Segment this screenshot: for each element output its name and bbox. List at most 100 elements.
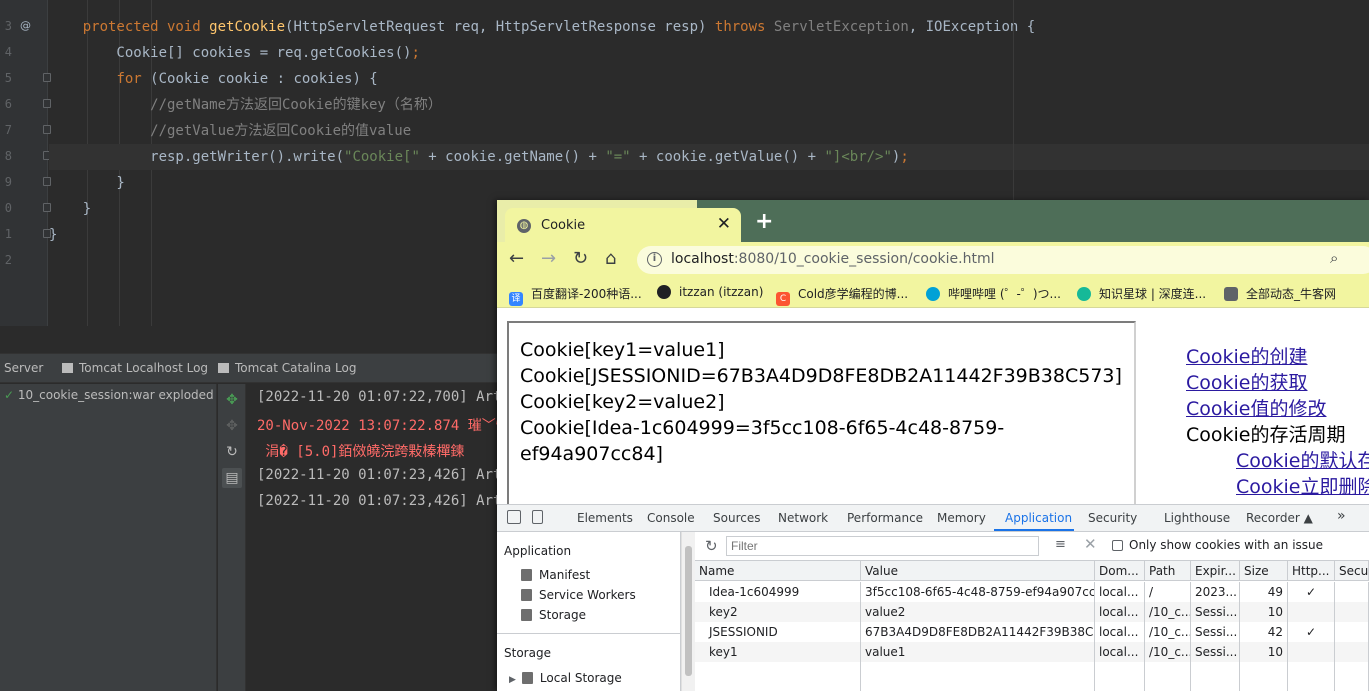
info-icon[interactable]: i <box>647 252 662 267</box>
console-icon[interactable]: ▤ <box>222 468 242 488</box>
column-header[interactable]: Dom... <box>1095 561 1145 581</box>
table-cell[interactable]: ✓ <box>1288 582 1335 602</box>
tab-tomcat-localhost-log[interactable]: Tomcat Localhost Log <box>62 361 208 375</box>
table-cell[interactable]: Idea-1c604999 <box>695 582 861 602</box>
bookmark-item[interactable]: C Cold彦学编程的博... <box>776 285 908 306</box>
column-header[interactable]: Http... <box>1288 561 1335 581</box>
clear-filter-icon[interactable]: ≡ <box>1055 537 1066 552</box>
table-cell[interactable]: local... <box>1095 642 1145 662</box>
table-cell[interactable]: 2023... <box>1191 582 1240 602</box>
table-cell[interactable]: 42 <box>1240 622 1288 642</box>
back-icon[interactable]: ← <box>509 248 524 269</box>
devtools-tab[interactable]: Performance <box>847 511 923 525</box>
devtools-tab[interactable]: Memory <box>937 511 986 525</box>
table-cell[interactable]: 10 <box>1240 642 1288 662</box>
code-token: //getName方法返回Cookie的键key（名称） <box>49 97 442 113</box>
devtools-tab[interactable]: Recorder ▲ <box>1246 511 1313 525</box>
table-cell[interactable]: JSESSIONID <box>695 622 861 642</box>
devtools-tab[interactable]: Lighthouse <box>1164 511 1230 525</box>
only-issue-checkbox[interactable] <box>1112 540 1123 551</box>
address-bar[interactable]: i localhost:8080/10_cookie_session/cooki… <box>637 246 1369 274</box>
console-line: 20-Nov-2022 13:07:22.874 璀﹀憡 <box>257 418 507 434</box>
nav-link-1[interactable]: Cookie的获取 <box>1186 368 1308 395</box>
console-output[interactable]: [2022-11-20 01:07:22,700] Arti 20-Nov-202… <box>247 384 507 691</box>
table-cell[interactable] <box>1288 602 1335 622</box>
table-cell[interactable]: Sessi... <box>1191 602 1240 622</box>
zoom-icon[interactable]: ⌕ <box>1330 249 1338 267</box>
tab-server[interactable]: Server <box>4 361 43 375</box>
table-cell[interactable] <box>1335 582 1369 602</box>
sidebar-item[interactable]: Service Workers <box>521 588 636 602</box>
column-header[interactable]: Size <box>1240 561 1288 581</box>
devtools-tab[interactable]: Application <box>1005 511 1072 525</box>
sidebar-item[interactable]: Manifest <box>521 568 590 582</box>
browser-tab[interactable]: ◍ Cookie ✕ <box>505 208 741 242</box>
sidebar-item-label: Manifest <box>539 568 591 582</box>
column-header[interactable]: Secu <box>1335 561 1369 581</box>
undeploy-icon[interactable]: ✥ <box>222 416 242 436</box>
devtools-tab[interactable]: Sources <box>713 511 760 525</box>
code-token: ; <box>900 149 909 165</box>
nav-link-4[interactable]: Cookie的默认存 <box>1236 446 1369 473</box>
devtools-tab[interactable]: Security <box>1088 511 1137 525</box>
table-cell[interactable]: /10_c... <box>1145 602 1191 622</box>
table-cell[interactable]: 10 <box>1240 602 1288 622</box>
delete-icon[interactable]: ✕ <box>1084 535 1097 553</box>
more-tabs-icon[interactable]: » <box>1337 508 1346 524</box>
table-cell[interactable] <box>1335 622 1369 642</box>
table-cell[interactable]: / <box>1145 582 1191 602</box>
devtools-tab[interactable]: Console <box>647 511 695 525</box>
column-header[interactable]: Name <box>695 561 861 581</box>
table-cell[interactable]: ✓ <box>1288 622 1335 642</box>
devtools-tab[interactable]: Network <box>778 511 828 525</box>
table-cell[interactable]: value1 <box>861 642 1095 662</box>
bookmark-item[interactable]: 全部动态_牛客网 <box>1224 285 1336 302</box>
sidebar-item[interactable]: ▶ Local Storage <box>509 671 622 685</box>
bookmark-item[interactable]: itzzan (itzzan) <box>657 285 763 299</box>
column-header[interactable]: Value <box>861 561 1095 581</box>
filter-input[interactable] <box>726 536 1039 556</box>
table-cell[interactable]: key1 <box>695 642 861 662</box>
devtools-tab[interactable]: Elements <box>577 511 633 525</box>
deploy-icon[interactable]: ✥ <box>222 390 242 410</box>
table-cell[interactable]: local... <box>1095 622 1145 642</box>
nav-link-5[interactable]: Cookie立即删除 <box>1236 472 1369 499</box>
override-icon[interactable]: @ <box>20 19 31 32</box>
table-cell[interactable] <box>1335 642 1369 662</box>
bookmark-item[interactable]: 译百度翻译-200种语... <box>509 285 642 306</box>
refresh-icon[interactable]: ↻ <box>222 442 242 462</box>
expand-arrow-icon: ▶ <box>509 675 516 685</box>
table-cell[interactable]: Sessi... <box>1191 642 1240 662</box>
inspect-icon[interactable] <box>507 510 521 524</box>
nav-link-0[interactable]: Cookie的创建 <box>1186 342 1308 369</box>
services-toolbar: ✥ ✥ ↻ ▤ <box>218 384 246 691</box>
device-icon[interactable] <box>532 510 543 524</box>
table-cell[interactable]: local... <box>1095 582 1145 602</box>
table-cell[interactable]: /10_c... <box>1145 622 1191 642</box>
new-tab-icon[interactable]: + <box>755 209 773 234</box>
bookmark-item[interactable]: 哔哩哔哩 (゜-゜)つ... <box>926 285 1061 302</box>
table-cell[interactable]: value2 <box>861 602 1095 622</box>
tree-item-artifact[interactable]: ✓ 10_cookie_session:war exploded <box>4 388 214 402</box>
column-header[interactable]: Expir... <box>1191 561 1240 581</box>
table-cell[interactable] <box>1288 642 1335 662</box>
reload-icon[interactable]: ↻ <box>573 248 588 269</box>
forward-icon[interactable]: → <box>541 248 556 269</box>
table-cell[interactable]: local... <box>1095 602 1145 622</box>
table-cell[interactable]: key2 <box>695 602 861 622</box>
refresh-icon[interactable]: ↻ <box>705 537 718 555</box>
home-icon[interactable]: ⌂ <box>605 248 616 269</box>
table-cell[interactable]: 49 <box>1240 582 1288 602</box>
bookmark-item[interactable]: 知识星球 | 深度连... <box>1077 285 1206 302</box>
tab-tomcat-catalina-log[interactable]: Tomcat Catalina Log <box>218 361 356 375</box>
table-cell[interactable]: 3f5cc108-6f65-4c48-8759-ef94a907cc84 <box>861 582 1095 602</box>
nav-link-2[interactable]: Cookie值的修改 <box>1186 394 1327 421</box>
sidebar-item[interactable]: Storage <box>521 608 586 622</box>
table-cell[interactable]: 67B3A4D9D8FE8DB2A11442F39B38C573 <box>861 622 1095 642</box>
table-cell[interactable] <box>1335 602 1369 622</box>
table-cell[interactable]: Sessi... <box>1191 622 1240 642</box>
close-tab-icon[interactable]: ✕ <box>717 214 731 234</box>
table-cell[interactable]: /10_c... <box>1145 642 1191 662</box>
sidebar-scrollbar[interactable] <box>681 532 695 691</box>
column-header[interactable]: Path <box>1145 561 1191 581</box>
